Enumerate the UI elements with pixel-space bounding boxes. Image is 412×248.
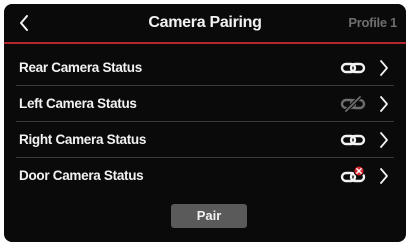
camera-pairing-screen: Camera Pairing Profile 1 Rear Camera Sta… bbox=[4, 4, 406, 242]
row-label: Left Camera Status bbox=[19, 96, 137, 111]
back-button[interactable] bbox=[12, 10, 36, 36]
chevron-left-icon bbox=[20, 15, 28, 31]
right-camera-row[interactable]: Right Camera Status bbox=[16, 121, 394, 158]
link-icon bbox=[340, 62, 366, 74]
header-bar: Camera Pairing Profile 1 bbox=[4, 4, 406, 44]
row-label: Right Camera Status bbox=[19, 132, 147, 147]
rear-camera-row[interactable]: Rear Camera Status bbox=[16, 50, 394, 86]
page-title: Camera Pairing bbox=[148, 14, 262, 31]
chevron-right-icon bbox=[380, 60, 388, 76]
left-camera-row[interactable]: Left Camera Status bbox=[16, 85, 394, 122]
camera-status-list: Rear Camera Status Left Camera Status Ri… bbox=[4, 50, 406, 194]
row-label: Rear Camera Status bbox=[19, 60, 142, 75]
chevron-right-icon bbox=[380, 96, 388, 112]
link-error-icon bbox=[340, 166, 366, 183]
profile-label[interactable]: Profile 1 bbox=[348, 4, 397, 42]
link-icon bbox=[340, 134, 366, 146]
door-camera-row[interactable]: Door Camera Status bbox=[16, 157, 394, 194]
row-label: Door Camera Status bbox=[19, 168, 144, 183]
pair-button[interactable]: Pair bbox=[171, 204, 247, 228]
chevron-right-icon bbox=[380, 132, 388, 148]
chevron-right-icon bbox=[380, 168, 388, 184]
link-broken-icon bbox=[340, 95, 366, 113]
